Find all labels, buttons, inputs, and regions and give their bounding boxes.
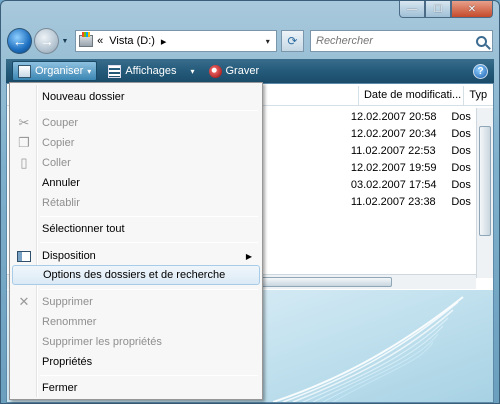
burn-button[interactable]: Graver <box>204 61 265 81</box>
file-date: 03.02.2007 17:54 <box>350 178 437 191</box>
column-header-type[interactable]: Typ <box>463 86 493 105</box>
menu-item-label: Annuler <box>42 177 80 189</box>
back-button[interactable]: ← <box>7 28 33 54</box>
close-button[interactable]: ✕ <box>451 1 493 18</box>
menu-item-label: Options des dossiers et de recherche <box>43 269 226 281</box>
refresh-button[interactable]: ⟳ <box>280 30 304 52</box>
menu-item-new-folder[interactable]: Nouveau dossier <box>12 87 260 107</box>
delete-x-icon: ✕ <box>18 294 30 309</box>
burn-label: Graver <box>225 65 260 77</box>
menu-item-label: Renommer <box>42 316 97 328</box>
organize-label: Organiser <box>35 65 84 77</box>
menu-item-label: Copier <box>42 137 75 149</box>
menu-item-label: Couper <box>42 117 79 129</box>
menu-item-rename[interactable]: Renommer <box>12 312 260 332</box>
menu-item-label: Supprimer les propriétés <box>42 336 162 348</box>
file-type: Dos <box>451 178 471 191</box>
recent-pages-dropdown[interactable]: ▼ <box>61 38 71 45</box>
file-date: 12.02.2007 19:59 <box>350 161 437 174</box>
maximize-button[interactable]: ☐ <box>425 1 451 18</box>
address-bar[interactable]: « Vista (D:) ▸ ▾ <box>75 30 277 52</box>
forward-arrow-icon: → <box>39 33 54 49</box>
organize-menu: Nouveau dossier ✂ Couper ❐ Copier ▯ Coller … <box>9 82 263 400</box>
submenu-arrow-icon: ▶ <box>245 251 252 261</box>
views-icon <box>108 64 122 78</box>
forward-button[interactable]: → <box>34 28 60 54</box>
search-icon[interactable] <box>476 35 487 47</box>
menu-item-paste[interactable]: ▯ Coller <box>12 153 260 173</box>
menu-separator <box>40 375 258 376</box>
organize-icon <box>18 64 31 78</box>
file-type: Dos <box>451 161 471 174</box>
menu-item-select-all[interactable]: Sélectionner tout <box>12 219 260 239</box>
search-box[interactable] <box>310 30 493 52</box>
file-type: Dos <box>451 110 471 123</box>
file-type: Dos <box>451 127 471 140</box>
file-type: Dos <box>451 195 471 208</box>
layout-icon <box>16 248 32 264</box>
minimize-button[interactable]: — <box>399 1 425 18</box>
address-dropdown[interactable]: ▾ <box>260 37 276 46</box>
file-date: 12.02.2007 20:58 <box>350 110 437 123</box>
file-date: 12.02.2007 20:34 <box>350 127 437 140</box>
horizontal-scroll-thumb[interactable] <box>252 277 392 287</box>
burn-disc-icon <box>208 64 222 78</box>
help-button[interactable]: ? <box>473 63 488 79</box>
navigation-bar: ← → ▼ « Vista (D:) ▸ ▾ ⟳ <box>7 27 493 55</box>
breadcrumb-chevron-icon[interactable]: ▸ <box>161 35 167 48</box>
menu-item-layout[interactable]: Disposition ▶ <box>12 246 260 266</box>
menu-item-cut[interactable]: ✂ Couper <box>12 113 260 133</box>
refresh-icon: ⟳ <box>287 34 298 48</box>
menu-separator <box>40 216 258 217</box>
menu-item-remove-properties[interactable]: Supprimer les propriétés <box>12 332 260 352</box>
scissors-icon: ✂ <box>18 115 30 130</box>
file-type: Dos <box>451 144 471 157</box>
menu-item-undo[interactable]: Annuler <box>12 173 260 193</box>
organize-button[interactable]: Organiser ▾ <box>12 61 98 81</box>
caption-buttons: — ☐ ✕ <box>399 1 493 18</box>
menu-item-close[interactable]: Fermer <box>12 378 260 398</box>
menu-separator <box>40 110 258 111</box>
menu-item-label: Propriétés <box>42 356 93 368</box>
vertical-scrollbar[interactable] <box>476 108 493 278</box>
drive-icon <box>79 32 94 47</box>
menu-item-label: Fermer <box>42 382 78 394</box>
explorer-window: — ☐ ✕ ← → ▼ « Vista (D:) ▸ ▾ ⟳ Organiser… <box>0 0 500 404</box>
vista-swoosh-decoration <box>273 296 464 402</box>
help-icon: ? <box>477 65 484 77</box>
column-header-date[interactable]: Date de modificati... <box>357 86 463 105</box>
file-date: 11.02.2007 23:38 <box>350 195 436 208</box>
address-overflow[interactable]: « <box>97 35 103 47</box>
menu-item-copy[interactable]: ❐ Copier <box>12 133 260 153</box>
menu-item-label: Rétablir <box>42 197 80 209</box>
chevron-down-icon: ▾ <box>190 66 195 76</box>
views-label: Affichages <box>125 65 177 77</box>
menu-separator <box>40 242 258 243</box>
vertical-scroll-thumb[interactable] <box>479 126 491 236</box>
menu-item-label: Supprimer <box>42 296 93 308</box>
menu-item-label: Sélectionner tout <box>42 223 125 235</box>
chevron-down-icon: ▾ <box>87 66 92 76</box>
menu-item-label: Disposition <box>42 250 96 262</box>
breadcrumb-drive[interactable]: Vista (D:) <box>109 35 155 47</box>
search-input[interactable] <box>316 35 476 47</box>
menu-item-redo[interactable]: Rétablir <box>12 193 260 213</box>
views-button[interactable]: Affichages ▾ <box>103 61 199 81</box>
back-arrow-icon: ← <box>12 33 27 49</box>
menu-item-delete[interactable]: ✕ Supprimer <box>12 292 260 312</box>
menu-item-label: Nouveau dossier <box>42 91 125 103</box>
menu-item-properties[interactable]: Propriétés <box>12 352 260 372</box>
menu-item-label: Coller <box>42 157 71 169</box>
clipboard-icon: ▯ <box>20 155 28 170</box>
file-date: 11.02.2007 22:53 <box>350 144 436 157</box>
menu-separator <box>40 289 258 290</box>
copy-icon: ❐ <box>18 135 30 150</box>
command-toolbar: Organiser ▾ Affichages ▾ Graver ? <box>6 59 494 83</box>
menu-item-folder-options[interactable]: Options des dossiers et de recherche <box>12 265 260 285</box>
